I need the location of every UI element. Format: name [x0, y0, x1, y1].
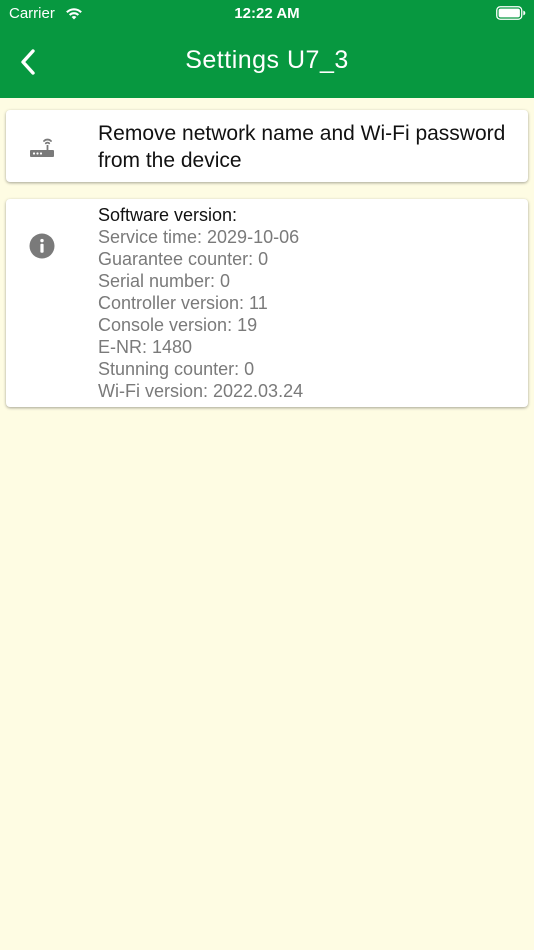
status-time: 12:22 AM — [234, 5, 300, 22]
software-info-card: Software version: Service time: 2029-10-… — [6, 199, 528, 407]
info-row-e-nr: E-NR: 1480 — [98, 337, 193, 357]
software-info-list: Service time: 2029-10-06 Guarantee count… — [98, 226, 303, 402]
info-row-controller-version: Controller version: 11 — [98, 293, 268, 313]
info-icon — [29, 233, 55, 259]
info-row-guarantee-counter: Guarantee counter: 0 — [98, 249, 269, 269]
status-bar: Carrier 12:22 AM — [0, 0, 534, 28]
page-title: Settings U7_3 — [185, 46, 349, 74]
info-row-console-version: Console version: 19 — [98, 315, 258, 335]
info-row-serial-number: Serial number: 0 — [98, 271, 231, 291]
software-version-title: Software version: — [98, 205, 238, 225]
router-icon — [30, 138, 54, 157]
info-row-wifi-version: Wi-Fi version: 2022.03.24 — [98, 381, 304, 401]
app-header: Carrier 12:22 AM Settings U7_3 — [0, 0, 534, 98]
remove-credentials-label: Remove network name and Wi-Fi password f… — [98, 122, 506, 172]
remove-wifi-credentials-card[interactable]: Remove network name and Wi-Fi password f… — [6, 110, 528, 182]
info-row-service-time: Service time: 2029-10-06 — [98, 227, 300, 247]
battery-icon — [496, 6, 526, 20]
info-row-stunning-counter: Stunning counter: 0 — [98, 359, 255, 379]
